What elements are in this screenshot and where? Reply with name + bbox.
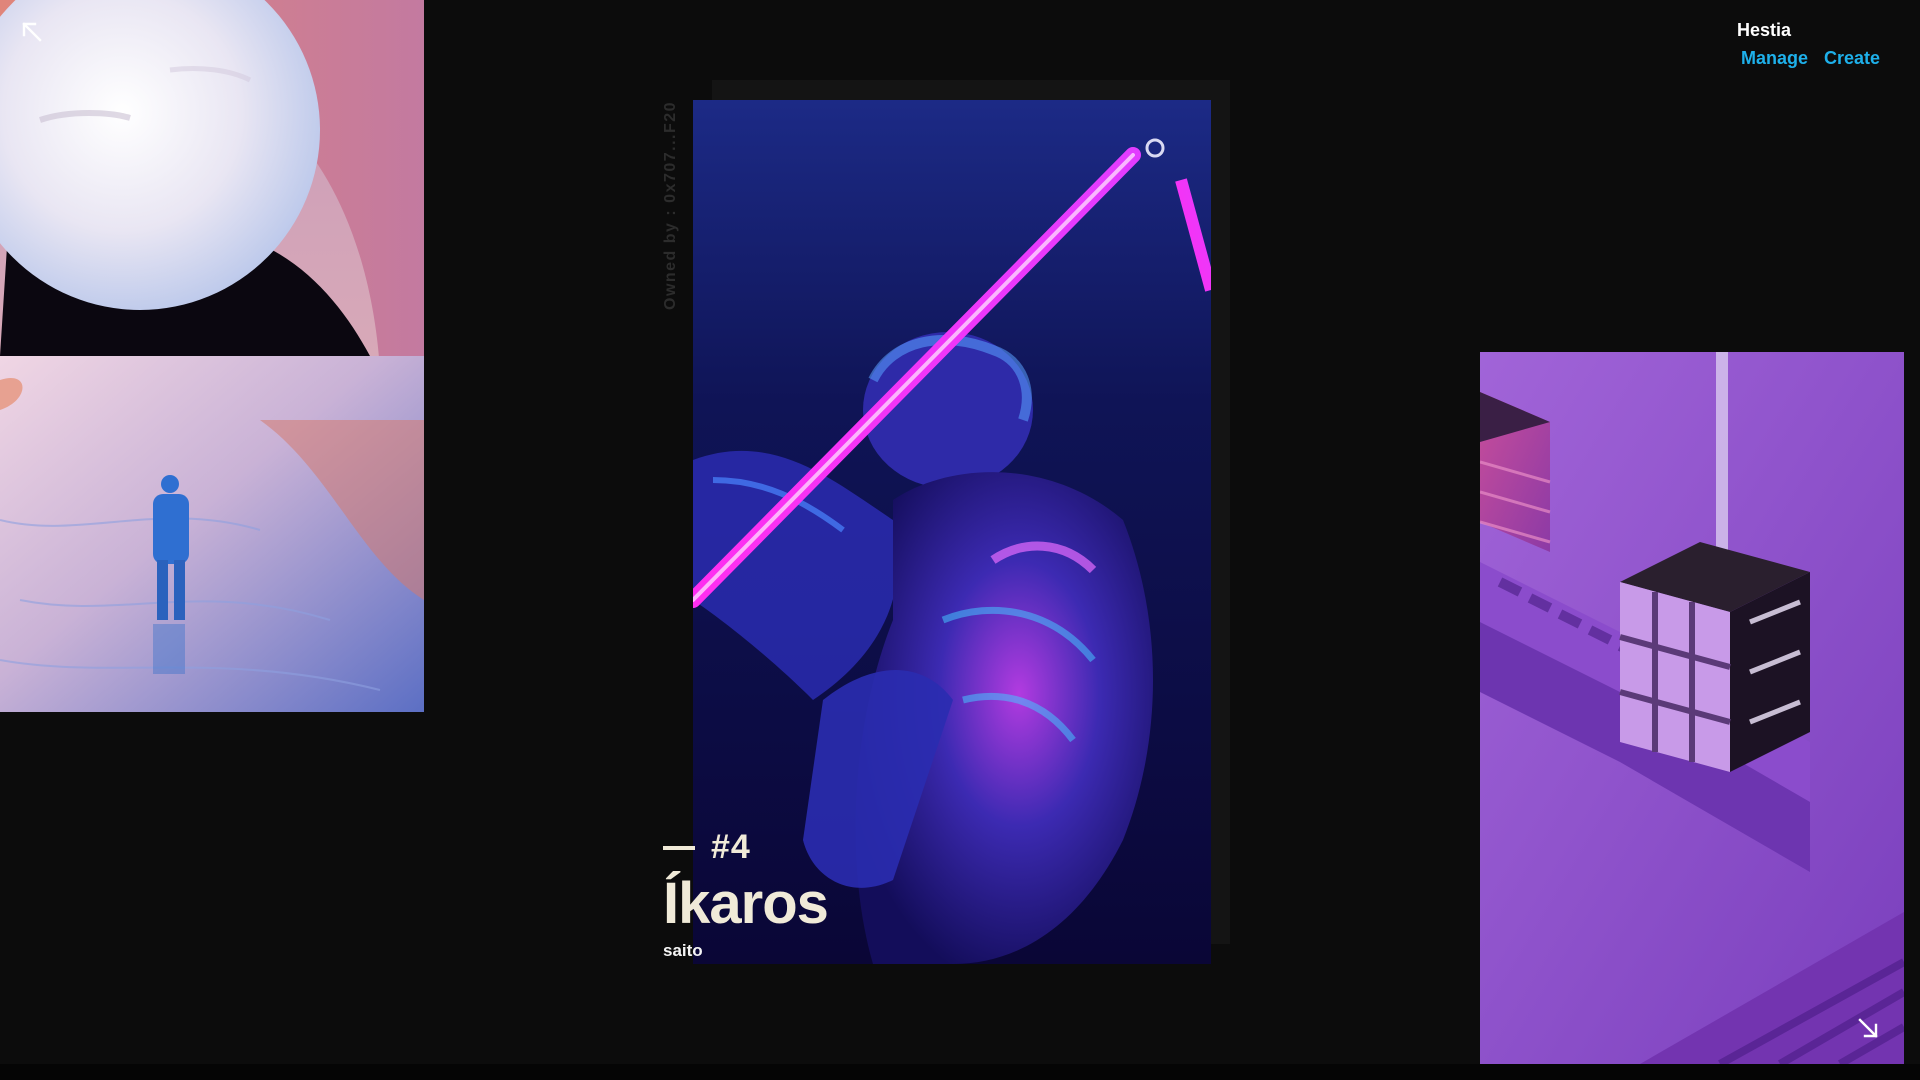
artwork-title[interactable]: Íkaros: [663, 873, 829, 935]
header-nav: Manage Create: [1741, 48, 1880, 69]
gallery-page: Owned by : 0x707...F20 #4 Íkaros saito H…: [0, 0, 1920, 1080]
bottom-strip: [0, 1064, 1920, 1080]
artist-name[interactable]: saito: [663, 941, 828, 961]
brand-name[interactable]: Hestia: [1737, 20, 1791, 41]
artwork-index: #4: [711, 828, 751, 866]
arrow-down-right-icon[interactable]: [1856, 1016, 1882, 1042]
artwork-right-isometric[interactable]: [1480, 352, 1904, 1064]
owner-address: Owned by : 0x707...F20: [662, 100, 679, 310]
index-dash: [663, 845, 695, 850]
caption-index-row: #4: [663, 828, 828, 867]
featured-caption: #4 Íkaros saito: [663, 828, 829, 961]
arrow-up-left-icon[interactable]: [20, 20, 46, 46]
artwork-left-moon[interactable]: [0, 0, 424, 712]
nav-manage-link[interactable]: Manage: [1741, 48, 1808, 69]
nav-create-link[interactable]: Create: [1824, 48, 1880, 69]
